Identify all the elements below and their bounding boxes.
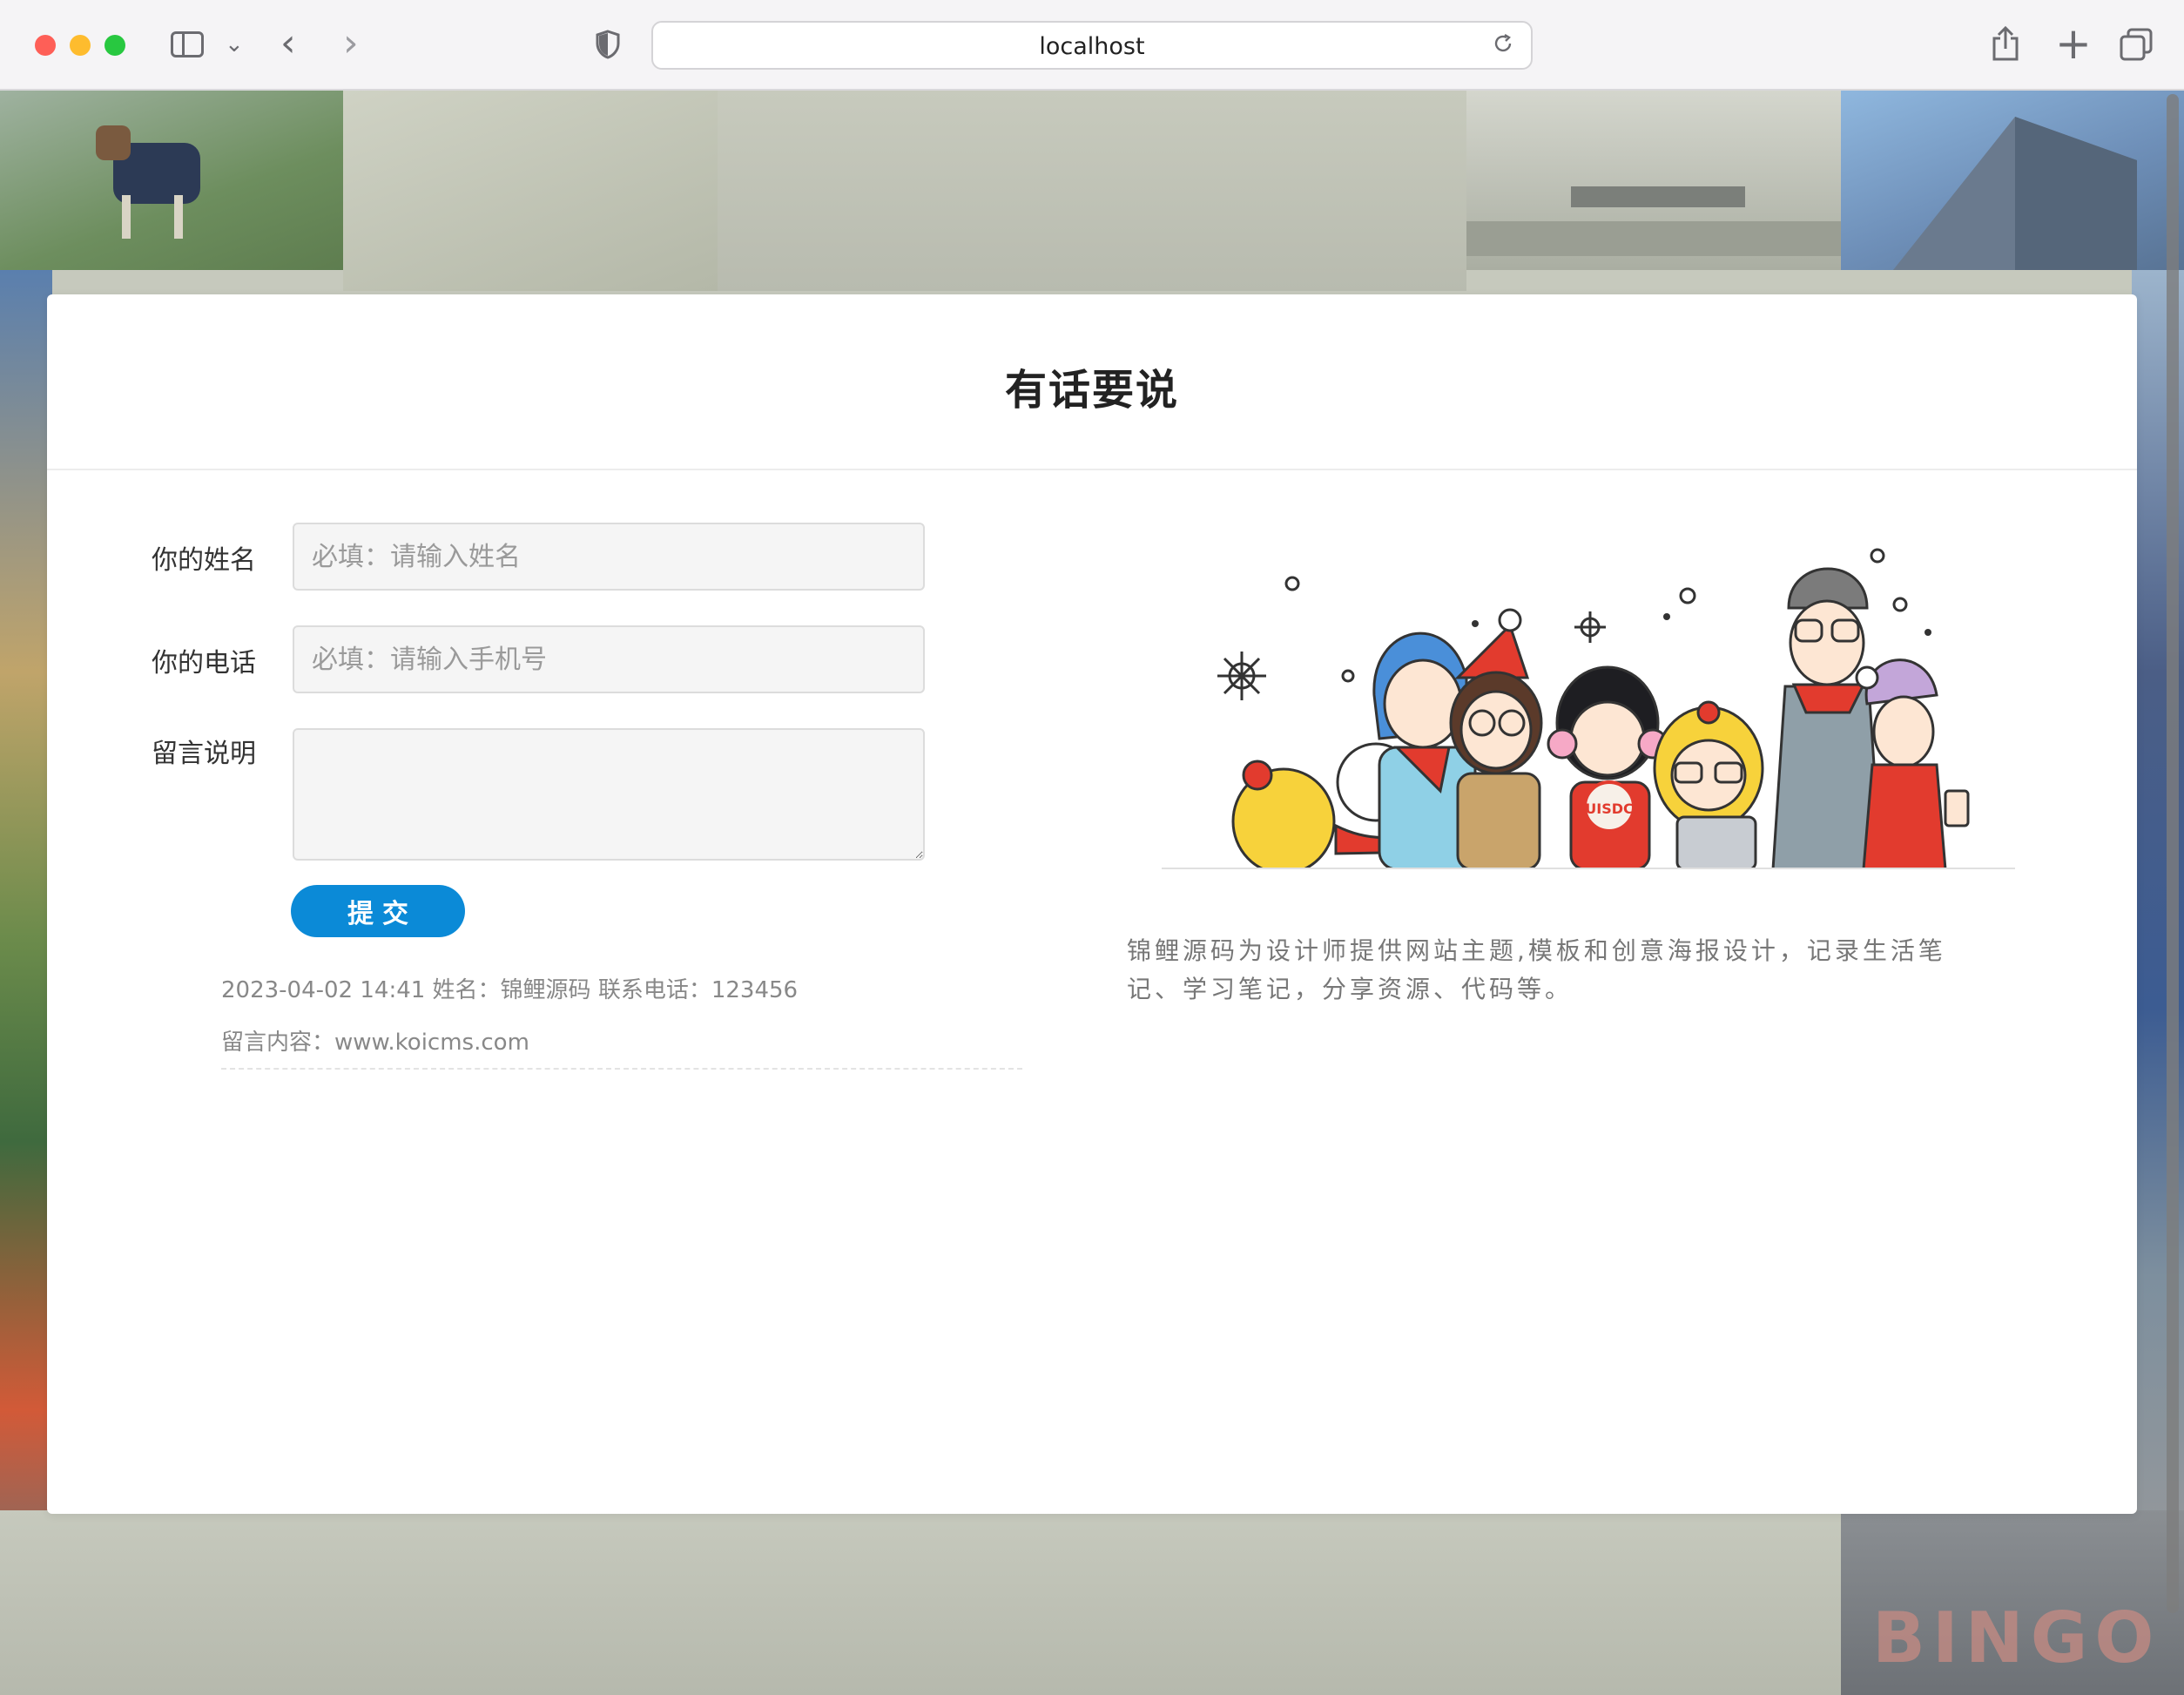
bg-photo-building (1466, 91, 1841, 270)
site-description: 锦鲤源码为设计师提供网站主题,模板和创意海报设计，记录生活笔记、学习笔记，分享资… (1127, 936, 1946, 1003)
title-divider (47, 469, 2137, 470)
page-scrollbar[interactable] (2167, 94, 2179, 1613)
page-title: 有话要说 (1004, 366, 1179, 415)
bg-photo-strip-left (0, 270, 52, 1611)
message-divider (221, 1068, 1022, 1070)
message-label: 留言说明 (152, 739, 256, 769)
url-text: localhost (1039, 33, 1145, 60)
sidebar-icon[interactable] (171, 31, 204, 57)
zoom-window-button[interactable] (104, 35, 125, 56)
chevron-down-icon[interactable]: ⌄ (225, 31, 244, 57)
shield-icon[interactable] (596, 30, 620, 59)
message-textarea[interactable] (293, 728, 925, 861)
bg-photo-horse (0, 91, 343, 270)
winter-friends-illustration: UISDC (1162, 548, 2015, 869)
name-label: 你的姓名 (152, 545, 256, 576)
guestbook-card: 有话要说 你的姓名 你的电话 留言说明 提交 2023-04-02 14:41 … (47, 294, 2137, 1514)
phone-label: 你的电话 (152, 648, 256, 679)
forward-icon[interactable]: › (343, 23, 359, 64)
back-icon[interactable]: ‹ (280, 23, 296, 64)
globe-badge-text: UISDC (1585, 800, 1634, 817)
share-icon[interactable] (1991, 26, 2020, 61)
message-header: 2023-04-02 14:41 姓名：锦鲤源码 联系电话：123456 (221, 977, 799, 1003)
name-input[interactable] (293, 523, 925, 591)
phone-input[interactable] (293, 625, 925, 693)
reload-icon[interactable] (1493, 33, 1513, 54)
close-window-button[interactable] (35, 35, 56, 56)
bg-photo-stripes (718, 91, 1466, 291)
bg-sign-text: BINGO (1872, 1597, 2161, 1678)
minimize-window-button[interactable] (70, 35, 91, 56)
message-content: 留言内容：www.koicms.com (221, 1030, 529, 1056)
submit-button[interactable]: 提交 (291, 885, 465, 937)
bg-photo-skyscraper (1841, 91, 2184, 270)
browser-toolbar: ⌄ ‹ › localhost + (0, 0, 2184, 91)
plus-icon[interactable]: + (2055, 19, 2092, 68)
address-bar[interactable]: localhost (651, 21, 1533, 70)
tabs-icon[interactable] (2120, 28, 2153, 61)
bg-photo-texture (343, 91, 718, 291)
